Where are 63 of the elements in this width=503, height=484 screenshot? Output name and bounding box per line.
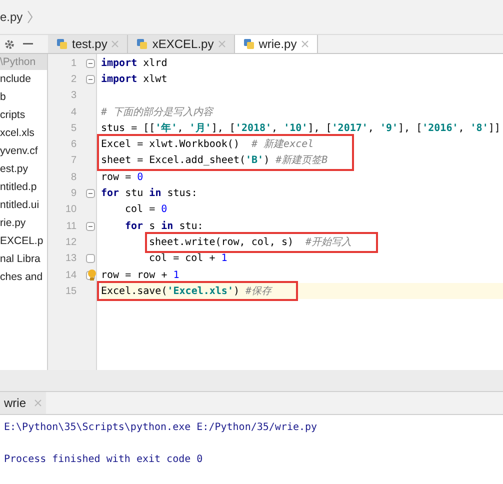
code-line: col = col + 1 <box>149 252 228 266</box>
line-number: 6 <box>70 138 77 152</box>
code-line: import xlrd <box>101 56 168 71</box>
code-line: Excel = xlwt.Workbook() # 新建excel <box>101 138 314 152</box>
editor-tab[interactable]: xEXCEL.py <box>128 35 235 53</box>
line-number: 1 <box>70 56 77 71</box>
line-number: 15 <box>64 284 77 299</box>
line-number: 2 <box>70 72 77 87</box>
fold-icon[interactable] <box>86 58 95 68</box>
code-line: row = 0 <box>101 170 144 185</box>
fold-icon[interactable] <box>86 189 95 198</box>
close-icon[interactable] <box>34 399 42 407</box>
line-number: 11 <box>65 220 77 234</box>
line-number: 3 <box>70 89 77 104</box>
tree-item[interactable]: yvenv.cf <box>0 142 38 160</box>
tree-item[interactable]: ches and <box>0 268 43 286</box>
close-icon[interactable] <box>300 40 309 48</box>
close-icon[interactable] <box>111 40 120 48</box>
line-number: 10 <box>64 203 77 218</box>
line-number: 7 <box>70 154 77 168</box>
console-line: Process finished with exit code 0 <box>4 453 203 467</box>
console-line: E:\Python\35\Scripts\python.exe E:/Python/35/wrie.py <box>4 421 318 435</box>
code-line: sheet = Excel.add_sheet('B') #新建页签B <box>101 154 328 168</box>
tree-item[interactable]: ntitled.ui <box>0 196 40 214</box>
fold-icon[interactable] <box>86 74 95 84</box>
settings-icon[interactable] <box>4 38 15 50</box>
line-number: 5 <box>70 122 77 136</box>
line-number: 14 <box>64 268 77 282</box>
tree-item[interactable]: est.py <box>0 160 28 178</box>
tree-item[interactable]: cripts <box>0 106 26 124</box>
line-number: 12 <box>64 236 77 250</box>
line-number: 9 <box>70 187 77 202</box>
code-line: # 下面的部分是写入内容 <box>101 106 214 120</box>
fold-icon[interactable] <box>86 222 95 231</box>
python-file-icon <box>242 38 255 50</box>
code-line: col = 0 <box>125 203 168 218</box>
editor-tab[interactable]: test.py <box>48 35 128 53</box>
run-tab[interactable]: wrie <box>0 392 46 414</box>
chevron-icon <box>26 10 33 24</box>
code-line: sheet.write(row, col, s) #开始写入 <box>149 236 352 250</box>
line-number: 13 <box>64 252 77 266</box>
line-number: 4 <box>70 106 77 120</box>
line-number: 8 <box>70 170 77 185</box>
code-line: for s in stu: <box>125 220 204 234</box>
tree-item[interactable]: nclude <box>0 70 31 88</box>
close-icon[interactable] <box>218 40 226 48</box>
code-line: Excel.save('Excel.xls') #保存 <box>101 284 272 299</box>
tree-item[interactable]: nal Libra <box>0 250 40 268</box>
breadcrumb-item[interactable]: e.py <box>0 8 23 26</box>
tree-item[interactable]: xcel.xls <box>0 124 34 142</box>
tree-item[interactable]: rie.py <box>0 214 26 232</box>
code-line: for stu in stus: <box>101 186 198 202</box>
python-file-icon <box>136 38 148 50</box>
minimize-icon[interactable] <box>23 43 33 45</box>
code-line: import xlwt <box>101 72 168 87</box>
python-file-icon <box>56 38 68 50</box>
code-line: stus = [['年', '月'], ['2018', '10'], ['2017', '9'], ['2016', '8']] <box>101 122 500 136</box>
editor-tab[interactable]: wrie.py <box>234 35 318 53</box>
tree-item[interactable]: ntitled.p <box>0 178 37 196</box>
fold-end-icon[interactable] <box>86 254 95 264</box>
code-line: row = row + 1 <box>101 268 180 282</box>
tree-item[interactable]: EXCEL.p <box>0 232 44 250</box>
tree-item[interactable]: b <box>0 88 6 106</box>
